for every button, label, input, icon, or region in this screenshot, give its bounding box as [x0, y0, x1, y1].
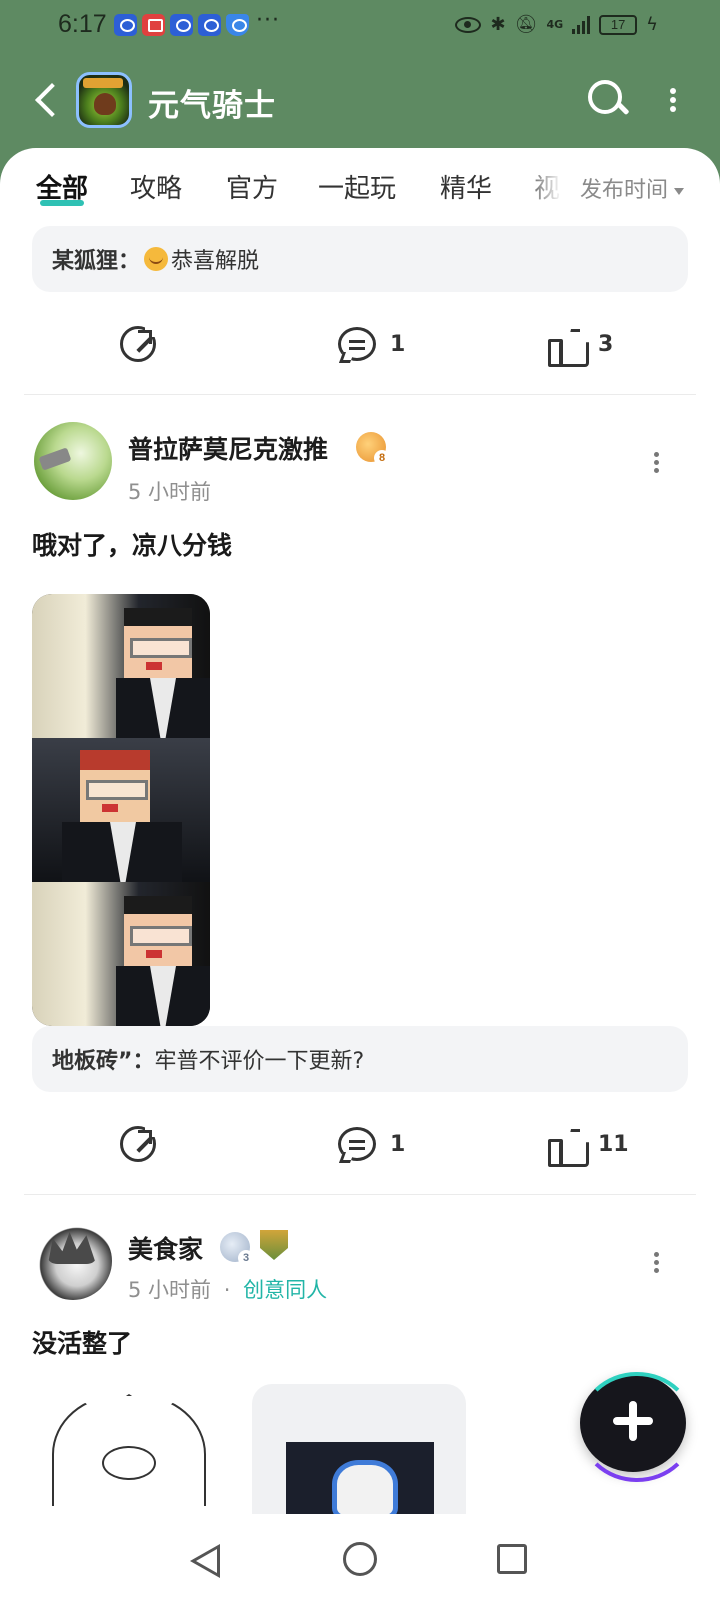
app-notification-icon [170, 14, 193, 36]
sort-label: 发布时间 [580, 178, 669, 203]
create-post-button[interactable] [578, 1372, 696, 1482]
level-number: 8 [374, 450, 390, 466]
comment-button[interactable]: 1 [338, 314, 405, 374]
comment-count: 1 [390, 1131, 406, 1157]
meme-panel [32, 738, 210, 882]
post-more-icon[interactable] [650, 448, 664, 478]
post-author[interactable]: 普拉萨莫尼克激推 [128, 430, 328, 466]
tab-featured[interactable]: 精华 [440, 168, 492, 205]
post-more-icon[interactable] [650, 1248, 664, 1278]
meme-panel [32, 594, 210, 738]
caret-down-icon [674, 187, 685, 195]
app-notification-icon [142, 14, 165, 36]
thumbs-up-icon [548, 1127, 584, 1167]
post-category[interactable]: 创意同人 [243, 1278, 327, 1302]
nav-back-icon[interactable] [190, 1544, 222, 1578]
nav-recent-icon[interactable] [497, 1544, 527, 1574]
tab-official[interactable]: 官方 [226, 168, 278, 205]
status-time: 6:17 [58, 10, 107, 38]
comment-text: 恭喜解脱 [171, 249, 260, 274]
meme-panel [32, 882, 210, 1026]
battery-icon: 17 [599, 14, 638, 35]
comment-icon [338, 327, 376, 361]
share-button[interactable] [120, 314, 159, 374]
plus-icon [613, 1401, 653, 1441]
pixel-face [124, 608, 192, 680]
avatar[interactable] [34, 1222, 112, 1300]
share-icon [120, 1123, 159, 1162]
post-text: 没活整了 [32, 1329, 133, 1358]
sort-dropdown[interactable]: 发布时间 [580, 172, 685, 204]
avatar[interactable] [34, 422, 112, 500]
comment-text: 牢普不评价一下更新? [154, 1049, 365, 1074]
level-badge-icon: 8 [356, 432, 390, 466]
post-time: 5 小时前 [128, 480, 212, 504]
post-author[interactable]: 美食家 [128, 1230, 203, 1266]
like-button[interactable]: 11 [548, 1114, 629, 1174]
content-sheet: 全部 攻略 官方 一起玩 精华 视 发布时间 某狐狸： 恭喜解脱 1 3 普拉萨… [0, 148, 720, 1518]
hot-comment[interactable]: 地板砖”： 牢普不评价一下更新? [32, 1026, 688, 1092]
pixel-face [80, 750, 150, 826]
tab-guide[interactable]: 攻略 [130, 168, 182, 205]
share-button[interactable] [120, 1114, 159, 1174]
divider [24, 1194, 696, 1195]
divider [24, 394, 696, 395]
system-nav-bar [0, 1518, 720, 1600]
shield-icon [226, 14, 249, 36]
game-icon[interactable] [76, 72, 132, 128]
comment-button[interactable]: 1 [338, 1114, 405, 1174]
app-notification-icon [114, 14, 137, 36]
post-image[interactable] [32, 594, 210, 1026]
post-actions: 1 3 [0, 314, 720, 374]
network-label: 4G [546, 18, 564, 31]
comment-author: 某狐狸： [52, 249, 141, 274]
eye-icon [455, 16, 482, 33]
comment-count: 1 [390, 331, 406, 357]
suit [116, 966, 210, 1026]
back-arrow-icon[interactable] [30, 80, 64, 120]
like-count: 3 [598, 331, 614, 357]
page-title: 元气骑士 [148, 88, 276, 124]
level-badge-icon: 3 [220, 1232, 254, 1266]
status-indicators: ✱ 🔕︎ 4G 17 ϟ [455, 14, 658, 35]
like-count: 11 [598, 1131, 629, 1157]
tab-bar: 全部 攻略 官方 一起玩 精华 视 发布时间 [0, 148, 720, 228]
post-time: 5 小时前 [128, 1278, 212, 1302]
meta-separator: · [223, 1278, 231, 1302]
suit [62, 822, 182, 882]
bluetooth-icon: ✱ [490, 14, 506, 35]
pixel-face [124, 896, 192, 968]
mute-icon: 🔕︎ [514, 14, 538, 35]
tab-fade [520, 148, 580, 228]
suit [116, 678, 210, 738]
post-image[interactable] [32, 1386, 242, 1506]
nav-home-icon[interactable] [343, 1542, 377, 1576]
app-header: 元气骑士 [0, 60, 720, 140]
thumbs-up-icon [548, 327, 584, 367]
more-vertical-icon[interactable] [660, 80, 684, 120]
tab-play-together[interactable]: 一起玩 [318, 168, 396, 205]
search-icon[interactable] [584, 76, 632, 124]
comment-author: 地板砖”： [52, 1049, 155, 1074]
post-meta: 5 小时前 · 创意同人 [128, 1274, 327, 1304]
hot-comment[interactable]: 某狐狸： 恭喜解脱 [32, 226, 688, 292]
notification-icons [114, 14, 249, 36]
pixel-art [286, 1442, 434, 1514]
comment-icon [338, 1127, 376, 1161]
post-actions: 1 11 [0, 1114, 720, 1174]
app-notification-icon [198, 14, 221, 36]
more-notifications-icon: ··· [256, 8, 280, 33]
tab-active-indicator [40, 200, 84, 206]
level-number: 3 [238, 1250, 254, 1266]
shield-badge-icon [260, 1230, 288, 1260]
signal-icon [572, 15, 591, 34]
emoji-icon [144, 247, 169, 271]
post-image[interactable] [252, 1384, 466, 1514]
like-button[interactable]: 3 [548, 314, 613, 374]
post-text: 哦对了，凉八分钱 [32, 531, 233, 560]
charging-icon: ϟ [646, 14, 658, 35]
share-icon [120, 323, 159, 362]
status-bar: 6:17 ··· ✱ 🔕︎ 4G 17 ϟ [0, 0, 720, 52]
